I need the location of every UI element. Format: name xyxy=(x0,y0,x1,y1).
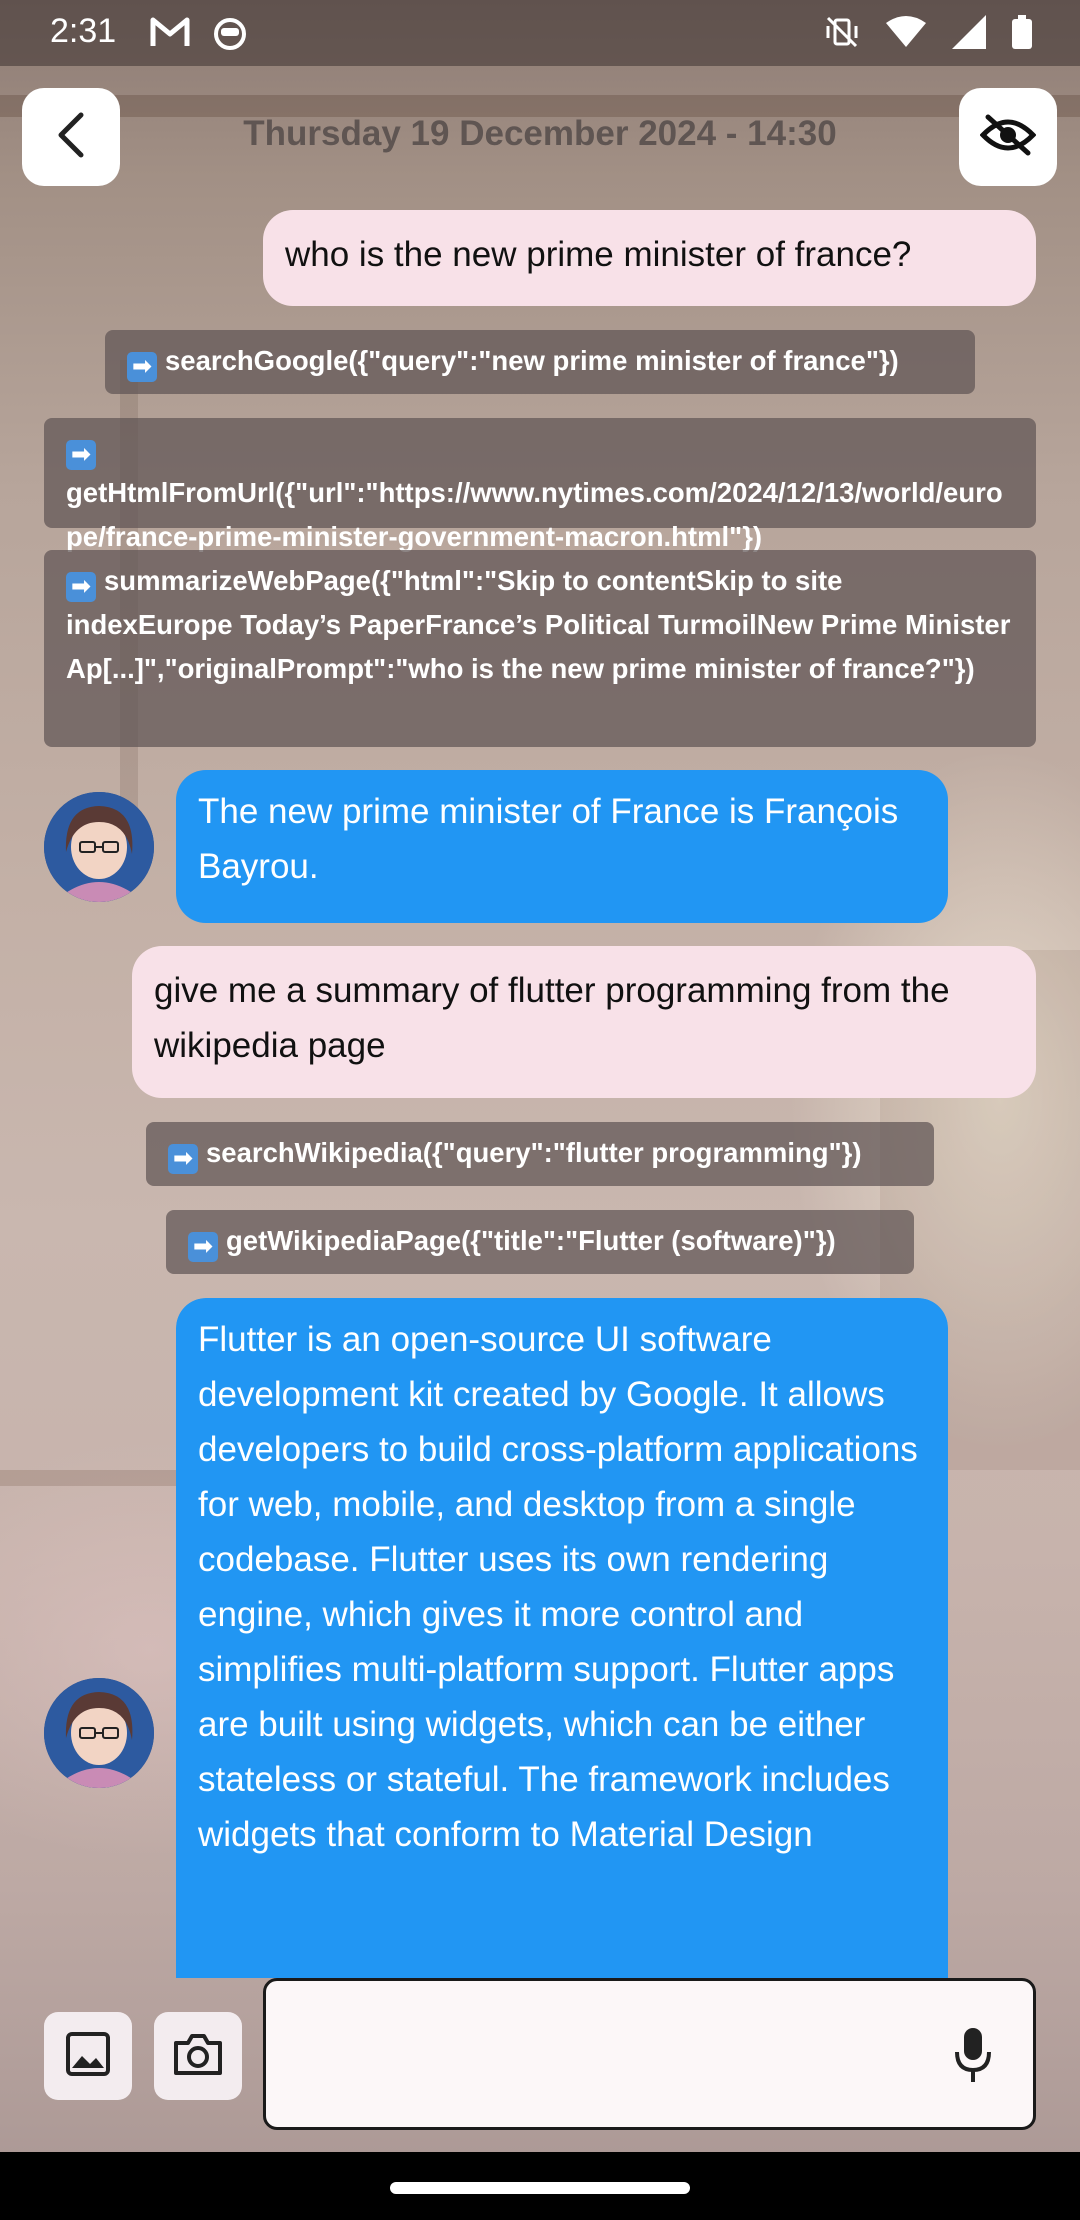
user-message: give me a summary of flutter programming… xyxy=(132,946,1036,1098)
wifi-icon xyxy=(886,15,926,54)
tool-call-chip: ➡ summarizeWebPage({"html":"Skip to conte… xyxy=(44,550,1036,747)
tool-call-text: summarizeWebPage({"html":"Skip to conten… xyxy=(66,565,1018,684)
tool-call-chip: ➡ searchWikipedia({"query":"flutter progr… xyxy=(146,1122,934,1186)
gmail-icon xyxy=(150,14,190,55)
arrow-right-icon: ➡ xyxy=(168,1144,198,1174)
assistant-message: Flutter is an open-source UI software de… xyxy=(176,1298,948,1978)
battery-icon xyxy=(1012,15,1032,54)
chevron-left-icon xyxy=(51,110,91,165)
tool-call-chip: ➡ getWikipediaPage({"title":"Flutter (sof… xyxy=(166,1210,914,1274)
avatar xyxy=(44,792,154,902)
status-time: 2:31 xyxy=(50,12,117,50)
back-button[interactable] xyxy=(22,88,120,186)
cat-face-icon xyxy=(212,14,248,55)
message-input[interactable] xyxy=(286,2001,930,2111)
vibrate-off-icon xyxy=(824,14,860,55)
camera-icon xyxy=(172,2031,224,2082)
arrow-right-icon: ➡ xyxy=(66,572,96,602)
arrow-right-icon: ➡ xyxy=(188,1232,218,1262)
arrow-right-icon: ➡ xyxy=(127,352,157,382)
assistant-message: The new prime minister of France is Fran… xyxy=(176,770,948,923)
avatar xyxy=(44,1678,154,1788)
toggle-visibility-button[interactable] xyxy=(959,88,1057,186)
tool-call-text: searchGoogle({"query":"new prime ministe… xyxy=(165,345,899,376)
camera-button[interactable] xyxy=(154,2012,242,2100)
message-input-container[interactable] xyxy=(263,1978,1036,2130)
image-icon xyxy=(64,2030,112,2083)
user-message: who is the new prime minister of france? xyxy=(263,210,1036,306)
home-gesture-handle[interactable] xyxy=(390,2182,690,2194)
eye-off-icon xyxy=(979,113,1037,162)
attach-image-button[interactable] xyxy=(44,2012,132,2100)
microphone-icon[interactable] xyxy=(953,2026,993,2089)
cellular-signal-icon xyxy=(952,15,986,54)
assistant-message-clip: Flutter is an open-source UI software de… xyxy=(176,1298,948,1978)
status-bar: 2:31 xyxy=(0,0,1080,66)
page-title: Thursday 19 December 2024 - 14:30 xyxy=(243,114,837,153)
tool-call-text: searchWikipedia({"query":"flutter progra… xyxy=(206,1137,862,1168)
tool-call-chip: ➡ searchGoogle({"query":"new prime minist… xyxy=(105,330,975,394)
tool-call-chip: ➡getHtmlFromUrl({"url":"https://www.nyti… xyxy=(44,418,1036,552)
arrow-right-icon: ➡ xyxy=(66,440,96,470)
tool-call-text: getWikipediaPage({"title":"Flutter (soft… xyxy=(226,1225,836,1256)
